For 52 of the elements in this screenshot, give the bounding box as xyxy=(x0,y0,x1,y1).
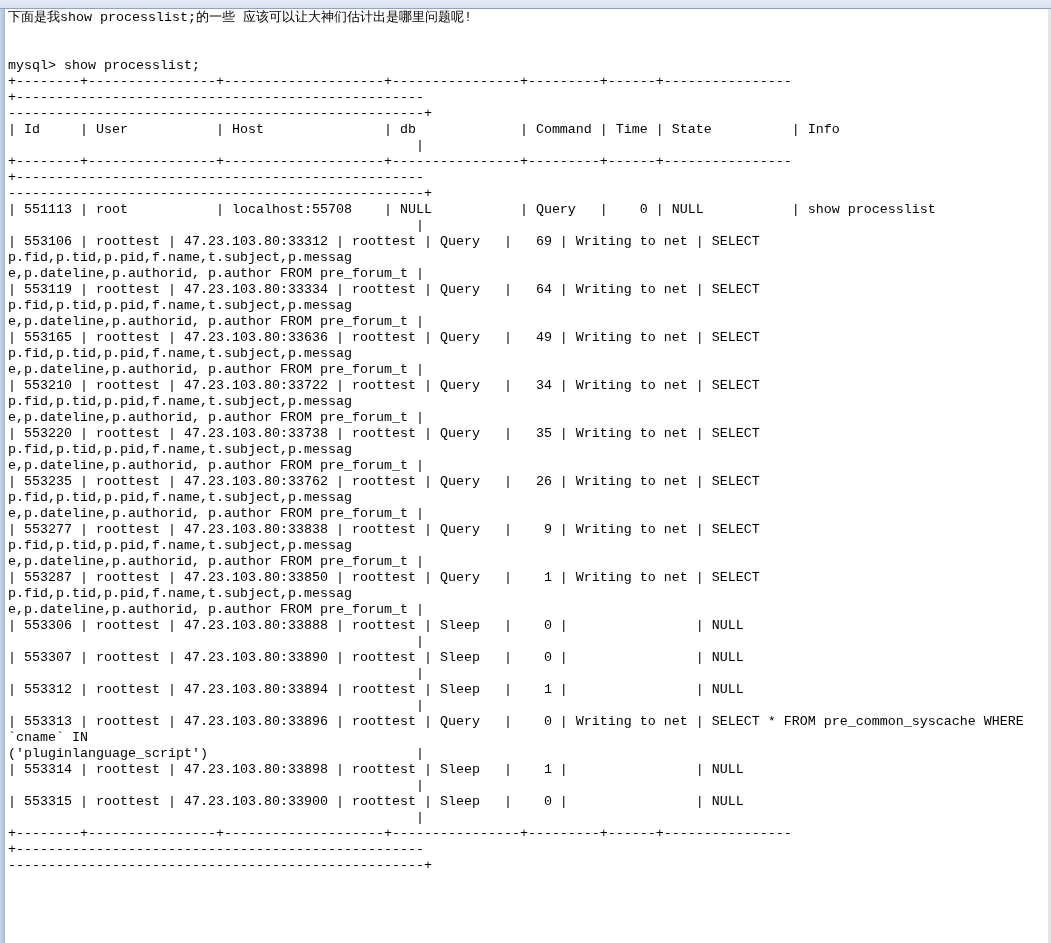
console-line: +--------------------------------------------------- xyxy=(8,842,424,858)
console-line: | 553277 | roottest | 47.23.103.80:33838 | roottest | Query | 9 | Writing to net | SELECT xyxy=(8,522,760,538)
console-line: | 553235 | roottest | 47.23.103.80:33762 | roottest | Query | 26 | Writing to net | SELECT xyxy=(8,474,760,490)
console-line: | 553315 | roottest | 47.23.103.80:33900 | roottest | Sleep | 0 | | NULL xyxy=(8,794,744,810)
console-line: ('pluginlanguage_script') | xyxy=(8,746,424,762)
console-line: | 553220 | roottest | 47.23.103.80:33738 | roottest | Query | 35 | Writing to net | SELECT xyxy=(8,426,760,442)
console-line: | 553106 | roottest | 47.23.103.80:33312 | roottest | Query | 69 | Writing to net | SELECT xyxy=(8,234,760,250)
console-line: | xyxy=(414,634,424,650)
console-line: | xyxy=(414,138,424,154)
console-line: | 553287 | roottest | 47.23.103.80:33850 | roottest | Query | 1 | Writing to net | SELECT xyxy=(8,570,760,586)
console-line: p.fid,p.tid,p.pid,f.name,t.subject,p.messag xyxy=(8,394,352,410)
console-line: e,p.dateline,p.authorid, p.author FROM pre_forum_t | xyxy=(8,314,424,330)
console-line: ----------------------------------------------------+ xyxy=(8,858,432,874)
console-line: | xyxy=(414,666,424,682)
console-line: +--------------------------------------------------- xyxy=(8,170,424,186)
console-line: | xyxy=(414,698,424,714)
console-line: e,p.dateline,p.authorid, p.author FROM pre_forum_t | xyxy=(8,266,424,282)
console-line: p.fid,p.tid,p.pid,f.name,t.subject,p.messag xyxy=(8,490,352,506)
console-line: e,p.dateline,p.authorid, p.author FROM pre_forum_t | xyxy=(8,410,424,426)
console-line: | 553210 | roottest | 47.23.103.80:33722 | roottest | Query | 34 | Writing to net | SELECT xyxy=(8,378,760,394)
console-line: e,p.dateline,p.authorid, p.author FROM pre_forum_t | xyxy=(8,554,424,570)
console-line: p.fid,p.tid,p.pid,f.name,t.subject,p.messag xyxy=(8,442,352,458)
console-line: | xyxy=(414,218,424,234)
console-line: | xyxy=(414,778,424,794)
console-line: | 551113 | root | localhost:55708 | NULL | Query | 0 | NULL | show processlist xyxy=(8,202,936,218)
console-line: | 553313 | roottest | 47.23.103.80:33896 | roottest | Query | 0 | Writing to net | SELECT * FROM pre_common_syscache WHERE xyxy=(8,714,1024,730)
console-line: p.fid,p.tid,p.pid,f.name,t.subject,p.messag xyxy=(8,538,352,554)
mysql-prompt: mysql> show processlist; xyxy=(8,58,200,74)
console-line: ----------------------------------------------------+ xyxy=(8,186,432,202)
console-line: p.fid,p.tid,p.pid,f.name,t.subject,p.messag xyxy=(8,250,352,266)
console-line: `cname` IN xyxy=(8,730,88,746)
console-line: p.fid,p.tid,p.pid,f.name,t.subject,p.messag xyxy=(8,298,352,314)
console-line: e,p.dateline,p.authorid, p.author FROM pre_forum_t | xyxy=(8,458,424,474)
console-line: | Id | User | Host | db | Command | Time | State | Info xyxy=(8,122,840,138)
console-line: | xyxy=(414,810,424,826)
console-line: p.fid,p.tid,p.pid,f.name,t.subject,p.messag xyxy=(8,346,352,362)
console-line: +--------+----------------+--------------------+----------------+---------+------+---------------- xyxy=(8,826,792,842)
console-line: e,p.dateline,p.authorid, p.author FROM pre_forum_t | xyxy=(8,506,424,522)
console-line: | 553165 | roottest | 47.23.103.80:33636 | roottest | Query | 49 | Writing to net | SELECT xyxy=(8,330,760,346)
console-line: | 553306 | roottest | 47.23.103.80:33888 | roottest | Sleep | 0 | | NULL xyxy=(8,618,744,634)
console-line: p.fid,p.tid,p.pid,f.name,t.subject,p.messag xyxy=(8,586,352,602)
console-line: | 553312 | roottest | 47.23.103.80:33894 | roottest | Sleep | 1 | | NULL xyxy=(8,682,744,698)
console-line: +--------+----------------+--------------------+----------------+---------+------+---------------- xyxy=(8,74,792,90)
console-line: ----------------------------------------------------+ xyxy=(8,106,432,122)
console-line: e,p.dateline,p.authorid, p.author FROM pre_forum_t | xyxy=(8,602,424,618)
intro-text: 下面是我show processlist;的一些 应该可以让大神们估计出是哪里问题呢! xyxy=(8,10,472,26)
console-line: +--------+----------------+--------------------+----------------+---------+------+---------------- xyxy=(8,154,792,170)
console-line: | 553119 | roottest | 47.23.103.80:33334 | roottest | Query | 64 | Writing to net | SELECT xyxy=(8,282,760,298)
console-line: | 553307 | roottest | 47.23.103.80:33890 | roottest | Sleep | 0 | | NULL xyxy=(8,650,744,666)
console-line: e,p.dateline,p.authorid, p.author FROM pre_forum_t | xyxy=(8,362,424,378)
console-line: +--------------------------------------------------- xyxy=(8,90,424,106)
console-line: | 553314 | roottest | 47.23.103.80:33898 | roottest | Sleep | 1 | | NULL xyxy=(8,762,744,778)
